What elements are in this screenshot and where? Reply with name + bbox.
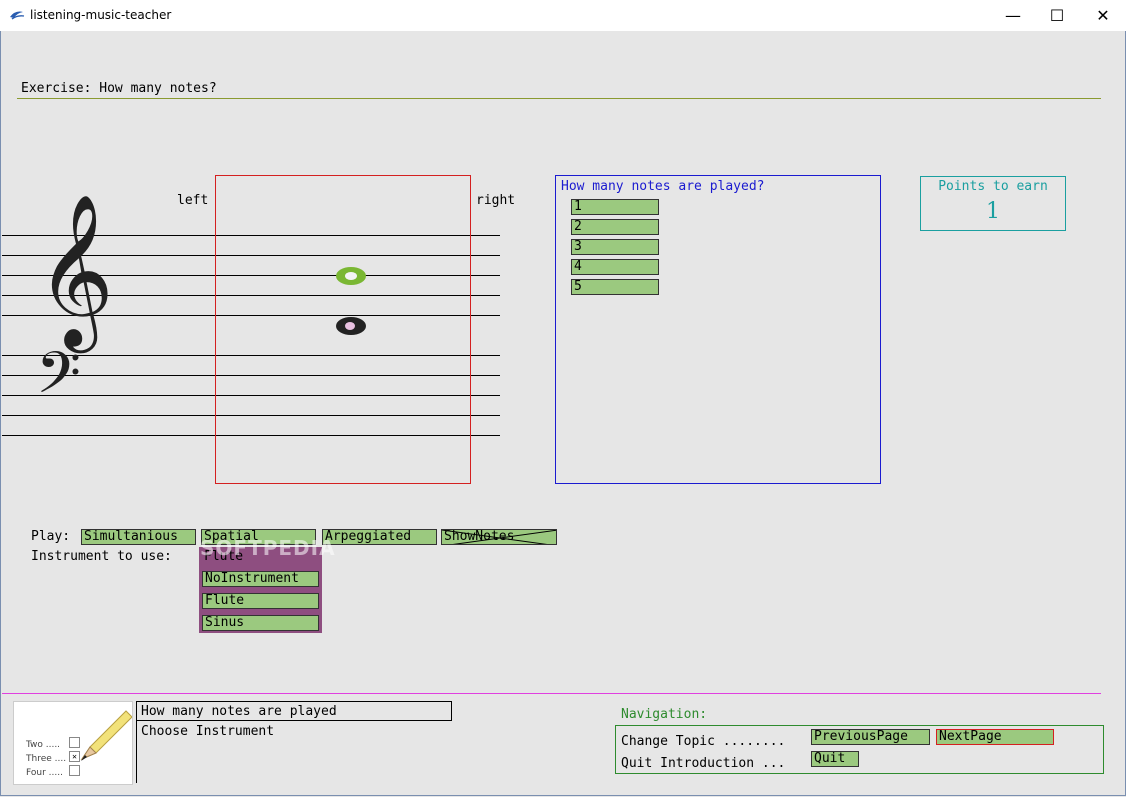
window-title: listening-music-teacher: [30, 8, 172, 22]
quit-intro-label: Quit Introduction ...: [621, 756, 786, 771]
instrument-label: Instrument to use:: [31, 549, 172, 564]
navigation-panel: Change Topic ........ Quit Introduction …: [615, 725, 1104, 774]
note-black[interactable]: [336, 317, 366, 335]
points-label: Points to earn: [938, 179, 1048, 194]
previous-page-button[interactable]: PreviousPage: [811, 729, 930, 745]
disabled-cross-icon: [442, 530, 556, 544]
pencil-icon: [80, 710, 132, 761]
left-label: left: [177, 193, 209, 208]
instrument-option-noinstrument[interactable]: NoInstrument: [202, 571, 319, 587]
answer-1-button[interactable]: 1: [571, 199, 659, 215]
right-label: right: [476, 193, 516, 208]
quit-button[interactable]: Quit: [811, 751, 859, 767]
simultanious-button[interactable]: Simultanious: [81, 529, 196, 545]
change-topic-label: Change Topic ........: [621, 734, 786, 749]
header-divider: [17, 98, 1101, 99]
points-value: 1: [986, 199, 1000, 224]
checklist-item-four: Four: [26, 768, 46, 778]
close-icon: ✕: [1096, 6, 1110, 25]
play-label: Play:: [31, 529, 71, 544]
topic-item-2[interactable]: Choose Instrument: [141, 724, 274, 739]
question-title: How many notes are played?: [561, 179, 765, 194]
answer-2-button[interactable]: 2: [571, 219, 659, 235]
minimize-icon: —: [1005, 6, 1021, 25]
exercise-title: Exercise: How many notes?: [21, 81, 217, 96]
minimize-button[interactable]: —: [990, 0, 1036, 31]
note-green[interactable]: [336, 267, 366, 285]
checklist-item-three: Three: [26, 754, 52, 764]
next-page-button[interactable]: NextPage: [936, 729, 1054, 745]
topic-item-1[interactable]: How many notes are played: [136, 701, 452, 721]
question-panel: How many notes are played? 1 2 3 4 5: [555, 175, 881, 484]
bottom-divider: [2, 693, 1101, 694]
bass-clef-icon: 𝄢: [36, 339, 82, 421]
title-bar: listening-music-teacher — ☐ ✕: [0, 0, 1126, 31]
answer-3-button[interactable]: 3: [571, 239, 659, 255]
checklist-illustration: Two ..... Three .... Four ..... ✕: [13, 701, 133, 785]
navigation-title: Navigation:: [621, 707, 708, 722]
instrument-option-flute[interactable]: Flute: [202, 593, 319, 609]
watermark: SOFTPEDIA: [200, 536, 336, 560]
points-panel: Points to earn 1: [920, 176, 1066, 231]
shownotes-button[interactable]: ShowNotes: [441, 529, 557, 545]
maximize-button[interactable]: ☐: [1034, 0, 1080, 31]
answer-5-button[interactable]: 5: [571, 279, 659, 295]
answer-4-button[interactable]: 4: [571, 259, 659, 275]
topic-list-border: [136, 721, 137, 783]
app-icon: [10, 11, 25, 20]
instrument-option-sinus[interactable]: Sinus: [202, 615, 319, 631]
close-button[interactable]: ✕: [1080, 0, 1126, 31]
treble-clef-icon: 𝄞: [36, 193, 115, 347]
maximize-icon: ☐: [1049, 6, 1065, 25]
arpeggiated-button[interactable]: Arpeggiated: [322, 529, 437, 545]
checklist-item-two: Two: [26, 740, 43, 750]
